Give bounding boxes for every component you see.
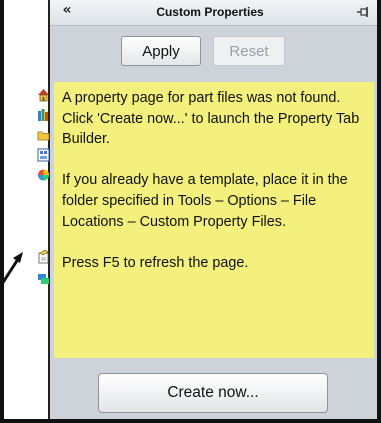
pin-icon[interactable] [355,4,371,20]
missing-property-page-message: A property page for part files was not f… [54,82,374,358]
appearances-icon[interactable] [37,166,50,184]
reset-button[interactable]: Reset [213,36,285,66]
design-library-icon[interactable] [37,106,50,124]
message-paragraph: A property page for part files was not f… [62,90,360,148]
message-paragraph: Press F5 to refresh the page. [62,254,249,271]
window-frame-bottom [0,419,381,423]
panel-title: Custom Properties [156,5,264,19]
custom-properties-panel: « Custom Properties Apply Reset A proper… [50,0,377,419]
file-explorer-folder-icon[interactable] [37,126,50,144]
window-frame-left [0,0,4,423]
custom-properties-icon[interactable] [37,248,50,266]
pointer-arrow-icon [0,252,23,285]
view-palette-icon[interactable] [37,146,50,164]
taskpane-tab-strip [36,0,50,419]
home-icon[interactable] [37,86,50,104]
create-now-button[interactable]: Create now... [98,373,328,413]
forum-icon[interactable] [37,270,50,288]
apply-button[interactable]: Apply [121,36,201,66]
panel-titlebar: « Custom Properties [50,0,377,26]
collapse-button[interactable]: « [58,1,76,19]
message-paragraph: If you already have a template, place it… [62,172,348,230]
window-frame-right [377,0,381,423]
